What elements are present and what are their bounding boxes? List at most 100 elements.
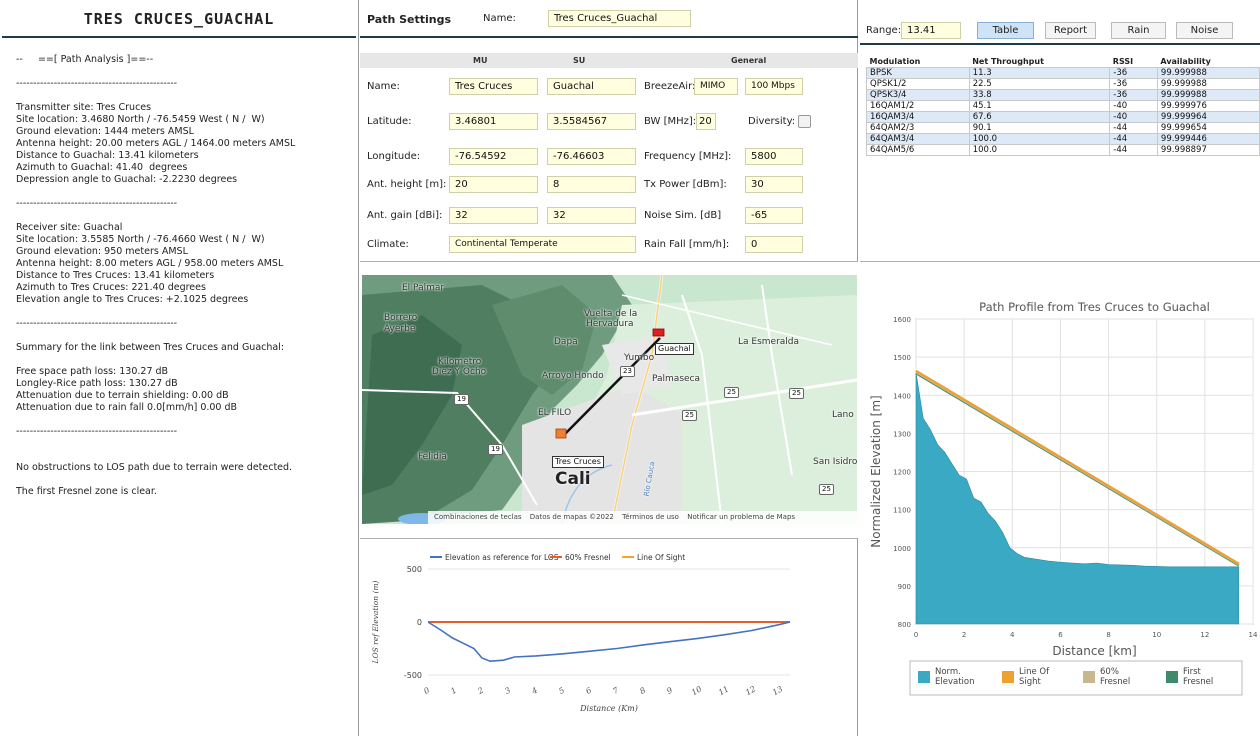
- speed-input[interactable]: 100 Mbps: [745, 78, 803, 95]
- breezeair-input[interactable]: MIMO: [694, 78, 738, 95]
- map-report-problem-link[interactable]: Notificar un problema de Maps: [687, 513, 795, 521]
- y-tick-label: 1600: [893, 316, 911, 324]
- legend-swatch: [1002, 671, 1014, 683]
- path-profile-panel: Path Profile from Tres Cruces to Guachal…: [860, 266, 1260, 736]
- range-input[interactable]: 13.41: [901, 22, 961, 39]
- map-label-borrero: Borrero: [384, 313, 418, 323]
- mu-longitude-input[interactable]: -76.54592: [449, 148, 538, 165]
- report-line: [16, 330, 358, 342]
- y-tick-label: 1300: [893, 430, 911, 438]
- map-keyboard-shortcuts-link[interactable]: Combinaciones de teclas: [434, 513, 522, 521]
- table-cell: QPSK1/2: [866, 77, 970, 90]
- frequency-input[interactable]: 5800: [745, 148, 803, 165]
- ant-height-label: Ant. height [m]:: [367, 179, 447, 190]
- legend-label: Elevation as reference for LOS: [445, 553, 559, 562]
- map-view[interactable]: El Palmar Borrero Ayerbe Vuelta de la He…: [362, 275, 857, 524]
- report-line: Receiver site: Guachal: [16, 222, 123, 233]
- noise-button[interactable]: Noise: [1176, 22, 1233, 39]
- table-cell: 99.999988: [1156, 88, 1260, 101]
- bw-input[interactable]: 20: [696, 113, 716, 130]
- table-button[interactable]: Table: [977, 22, 1034, 39]
- su-name-input[interactable]: Guachal: [547, 78, 636, 95]
- mu-latitude-input[interactable]: 3.46801: [449, 113, 538, 130]
- rainfall-input[interactable]: 0: [745, 236, 803, 253]
- table-cell: 64QAM2/3: [866, 121, 970, 134]
- map-label-cali: Cali: [555, 469, 591, 489]
- x-tick-label: 2: [475, 686, 485, 697]
- txpower-input[interactable]: 30: [745, 176, 803, 193]
- report-line: Depression angle to Guachal: -2.2230 deg…: [16, 174, 238, 185]
- table-row[interactable]: 64QAM3/4 100.0 -44 99.999446: [866, 132, 1260, 145]
- map-label-ayerbe: Ayerbe: [384, 324, 416, 334]
- column-general: General: [731, 56, 767, 65]
- report-line: Free space path loss: 130.27 dB: [16, 366, 169, 377]
- legend-swatch: [1166, 671, 1178, 683]
- table-row[interactable]: 64QAM2/3 90.1 -44 99.999654: [866, 121, 1260, 134]
- table-cell: -40: [1109, 99, 1158, 112]
- column-header-bar: [360, 53, 858, 68]
- x-tick-label: 4: [529, 686, 539, 697]
- legend-label-line: Elevation: [935, 677, 974, 687]
- table-cell: -40: [1109, 110, 1158, 123]
- map-label-vuelta: Vuelta de la: [584, 309, 638, 319]
- climate-select[interactable]: Continental Temperate: [449, 236, 636, 253]
- road-badge-25: 25: [789, 388, 804, 399]
- x-tick-label: 2: [962, 631, 966, 639]
- legend-label: Line Of Sight: [637, 553, 685, 562]
- map-label-la-esmeralda: La Esmeralda: [738, 337, 800, 347]
- map-terms-link[interactable]: Términos de uso: [622, 513, 679, 521]
- map-marker-tres-cruces[interactable]: Tres Cruces: [552, 456, 604, 468]
- table-row[interactable]: QPSK1/2 22.5 -36 99.999988: [866, 77, 1260, 90]
- table-row[interactable]: BPSK 11.3 -36 99.999988: [866, 66, 1260, 79]
- table-row[interactable]: 16QAM3/4 67.6 -40 99.999964: [866, 110, 1260, 123]
- su-ant-height-input[interactable]: 8: [547, 176, 636, 193]
- table-cell: -44: [1109, 143, 1158, 156]
- table-cell: 99.999964: [1156, 110, 1260, 123]
- noise-input[interactable]: -65: [745, 207, 803, 224]
- table-row[interactable]: 64QAM5/6 100.0 -44 99.998897: [866, 143, 1260, 156]
- y-axis-label: Normalized Elevation [m]: [869, 395, 883, 547]
- report-line: [16, 210, 358, 222]
- map-label-san-isidro: San Isidro: [813, 457, 857, 467]
- x-axis-label: Distance (Km): [579, 704, 638, 713]
- map-label-dapa: Dapa: [554, 337, 578, 347]
- report-line: Site location: 3.5585 North / -76.4660 W…: [16, 234, 265, 245]
- y-tick-label: 900: [898, 583, 911, 591]
- x-tick-label: 6: [584, 686, 593, 696]
- su-longitude-input[interactable]: -76.46603: [547, 148, 636, 165]
- y-tick-label: 1200: [893, 469, 911, 477]
- report-line: Attenuation due to terrain shielding: 0.…: [16, 390, 229, 401]
- txpower-label: Tx Power [dBm]:: [644, 179, 727, 190]
- y-tick-label: 1000: [893, 545, 911, 553]
- table-cell: 16QAM3/4: [866, 110, 970, 123]
- diversity-checkbox[interactable]: [798, 115, 811, 128]
- legend-label-line: First: [1183, 667, 1202, 677]
- x-tick-label: 3: [503, 686, 512, 696]
- rain-button[interactable]: Rain: [1111, 22, 1166, 39]
- path-name-input[interactable]: Tres Cruces_Guachal: [548, 10, 691, 27]
- mu-ant-height-input[interactable]: 20: [449, 176, 538, 193]
- y-tick-label: 500: [407, 565, 422, 574]
- y-axis-label: LOS ref Elevation (m): [371, 580, 380, 664]
- report-line: [16, 438, 358, 450]
- report-text: -- ==[ Path Analysis ]==-- --------------…: [0, 38, 358, 498]
- report-button[interactable]: Report: [1045, 22, 1096, 39]
- map-label-lano: Lano: [832, 410, 854, 420]
- table-header-cell: Net Throughput: [972, 57, 1044, 67]
- su-latitude-input[interactable]: 3.5584567: [547, 113, 636, 130]
- path-settings-panel: Path Settings Name: Tres Cruces_Guachal …: [360, 0, 858, 262]
- table-cell: 67.6: [968, 110, 1111, 123]
- table-cell: 64QAM5/6: [866, 143, 970, 156]
- report-line: Antenna height: 8.00 meters AGL / 958.00…: [16, 258, 284, 269]
- map-marker-guachal[interactable]: Guachal: [655, 343, 694, 355]
- mu-name-input[interactable]: Tres Cruces: [449, 78, 538, 95]
- report-title: TRES CRUCES_GUACHAL: [2, 0, 356, 38]
- path-profile-chart: Path Profile from Tres Cruces to Guachal…: [869, 300, 1258, 696]
- report-line: Transmitter site: Tres Cruces: [16, 102, 152, 113]
- table-row[interactable]: 16QAM1/2 45.1 -40 99.999976: [866, 99, 1260, 112]
- table-row[interactable]: QPSK3/4 33.8 -36 99.999988: [866, 88, 1260, 101]
- report-line: Elevation angle to Tres Cruces: +2.1025 …: [16, 294, 249, 305]
- table-cell: 100.0: [968, 143, 1111, 156]
- mu-ant-gain-input[interactable]: 32: [449, 207, 538, 224]
- su-ant-gain-input[interactable]: 32: [547, 207, 636, 224]
